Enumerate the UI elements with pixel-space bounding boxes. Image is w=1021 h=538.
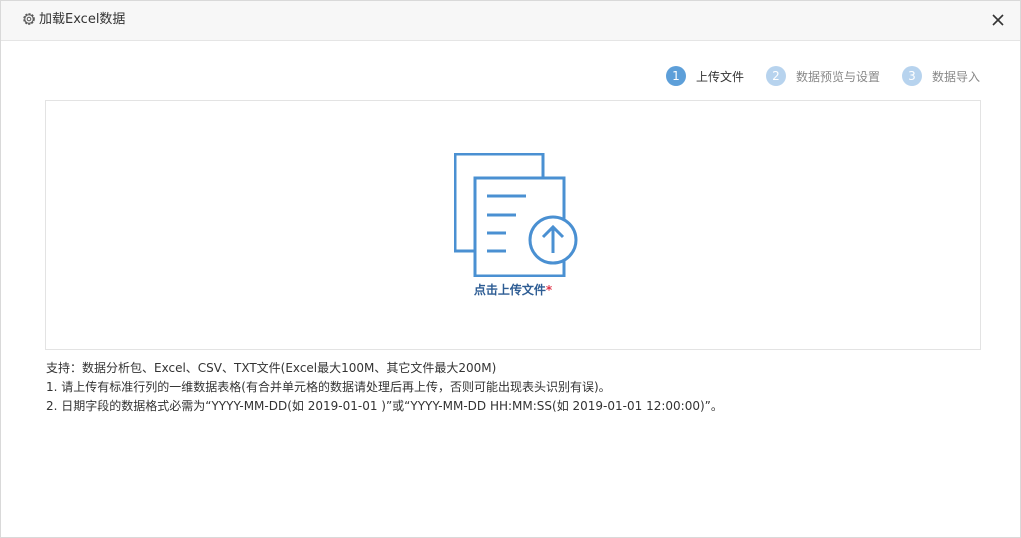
- required-mark: *: [545, 283, 553, 297]
- supported-formats-note: 支持：数据分析包、Excel、CSV、TXT文件(Excel最大100M、其它文…: [46, 361, 497, 375]
- dialog-title: 加载Excel数据: [39, 12, 126, 27]
- file-upload-area[interactable]: 点击上传文件*: [45, 100, 981, 350]
- step-label: 数据预览与设置: [795, 69, 880, 84]
- step-indicator: 1 上传文件 2 数据预览与设置 3 数据导入: [644, 65, 980, 87]
- file-upload-icon[interactable]: [454, 153, 578, 277]
- step-import: 3 数据导入: [901, 66, 980, 86]
- dialog-header: 加载Excel数据: [1, 1, 1020, 41]
- table-format-note: 1. 请上传有标准行列的一维数据表格(有合并单元格的数据请处理后再上传，否则可能…: [46, 380, 611, 394]
- upload-label[interactable]: 点击上传文件*: [46, 281, 980, 298]
- step-upload: 1 上传文件: [665, 66, 744, 86]
- date-format-note: 2. 日期字段的数据格式必需为“YYYY-MM-DD(如 2019-01-01 …: [46, 399, 723, 413]
- close-icon[interactable]: [990, 12, 1006, 28]
- step-label: 上传文件: [695, 69, 744, 84]
- step-number: 2: [765, 66, 786, 86]
- gear-icon: [23, 13, 35, 25]
- step-preview-settings: 2 数据预览与设置: [765, 66, 880, 86]
- step-number: 1: [665, 66, 686, 86]
- upload-label-text: 点击上传文件: [473, 283, 546, 297]
- step-number: 3: [901, 66, 922, 86]
- step-label: 数据导入: [931, 69, 980, 84]
- upload-notes: 支持：数据分析包、Excel、CSV、TXT文件(Excel最大100M、其它文…: [46, 359, 723, 416]
- load-excel-dialog: 加载Excel数据 1 上传文件 2 数据预览与设置 3 数据导入 点击上传文件…: [0, 0, 1021, 538]
